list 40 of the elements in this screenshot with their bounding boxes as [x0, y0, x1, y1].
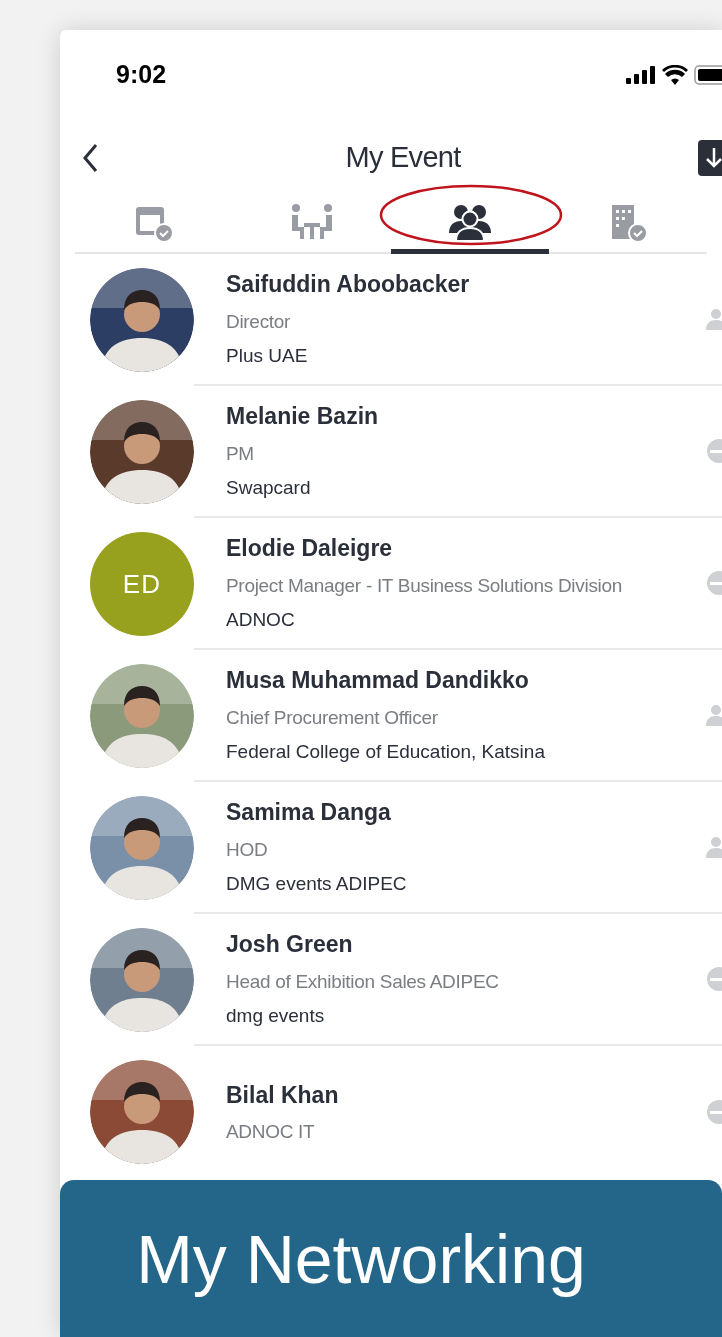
back-icon — [82, 143, 98, 173]
contact-title: Director — [226, 309, 292, 334]
person-icon[interactable] — [706, 308, 722, 330]
contact-title: PM — [226, 441, 255, 466]
contact-row[interactable]: Bilal Khan ADNOC IT — [60, 1046, 722, 1178]
contact-company: Plus UAE — [226, 344, 309, 369]
signal-icon — [626, 66, 656, 84]
contact-name: Samima Danga — [226, 798, 392, 828]
contact-title: Head of Exhibition Sales ADIPEC — [226, 969, 500, 994]
download-button[interactable] — [698, 140, 722, 176]
people-icon — [447, 202, 493, 243]
avatar-initials: ED — [122, 567, 162, 601]
contact-row[interactable]: Saifuddin Aboobacker Director Plus UAE — [60, 254, 722, 386]
banner-text: My Networking — [136, 1219, 586, 1299]
contact-title: HOD — [226, 837, 269, 862]
contact-company: Swapcard — [226, 476, 312, 501]
contact-name: Saifuddin Aboobacker — [226, 270, 471, 300]
contact-company: Federal College of Education, Katsina — [226, 740, 546, 765]
contact-row[interactable]: Musa Muhammad Dandikko Chief Procurement Officer Federal College of Education, Katsina — [60, 650, 722, 782]
contact-title: Chief Procurement Officer — [226, 705, 439, 730]
person-icon[interactable] — [706, 704, 722, 726]
contact-name: Bilal Khan — [226, 1080, 340, 1110]
contact-company: DMG events ADIPEC — [226, 872, 408, 897]
contact-row[interactable]: ED Elodie Daleigre Project Manager - IT Business Solutions Division ADNOC — [60, 518, 722, 650]
wifi-icon — [662, 65, 688, 85]
contact-company: dmg events — [226, 1004, 326, 1029]
contact-name: Melanie Bazin — [226, 402, 380, 432]
contact-company: ADNOC — [226, 608, 296, 633]
contact-row[interactable]: Melanie Bazin PM Swapcard — [60, 386, 722, 518]
contact-name: Elodie Daleigre — [226, 534, 394, 564]
contact-name: Josh Green — [226, 930, 354, 960]
contact-row[interactable]: Samima Danga HOD DMG events ADIPEC — [60, 782, 722, 914]
contact-title: Project Manager - IT Business Solutions Division — [226, 573, 624, 598]
battery-icon — [694, 65, 722, 85]
person-icon[interactable] — [706, 836, 722, 858]
page-title: My Event — [345, 140, 461, 176]
contact-row[interactable]: Josh Green Head of Exhibition Sales ADIPEC dmg events — [60, 914, 722, 1046]
contact-title: ADNOC IT — [226, 1120, 316, 1144]
status-time: 9:02 — [116, 59, 167, 91]
contact-name: Musa Muhammad Dandikko — [226, 666, 530, 696]
